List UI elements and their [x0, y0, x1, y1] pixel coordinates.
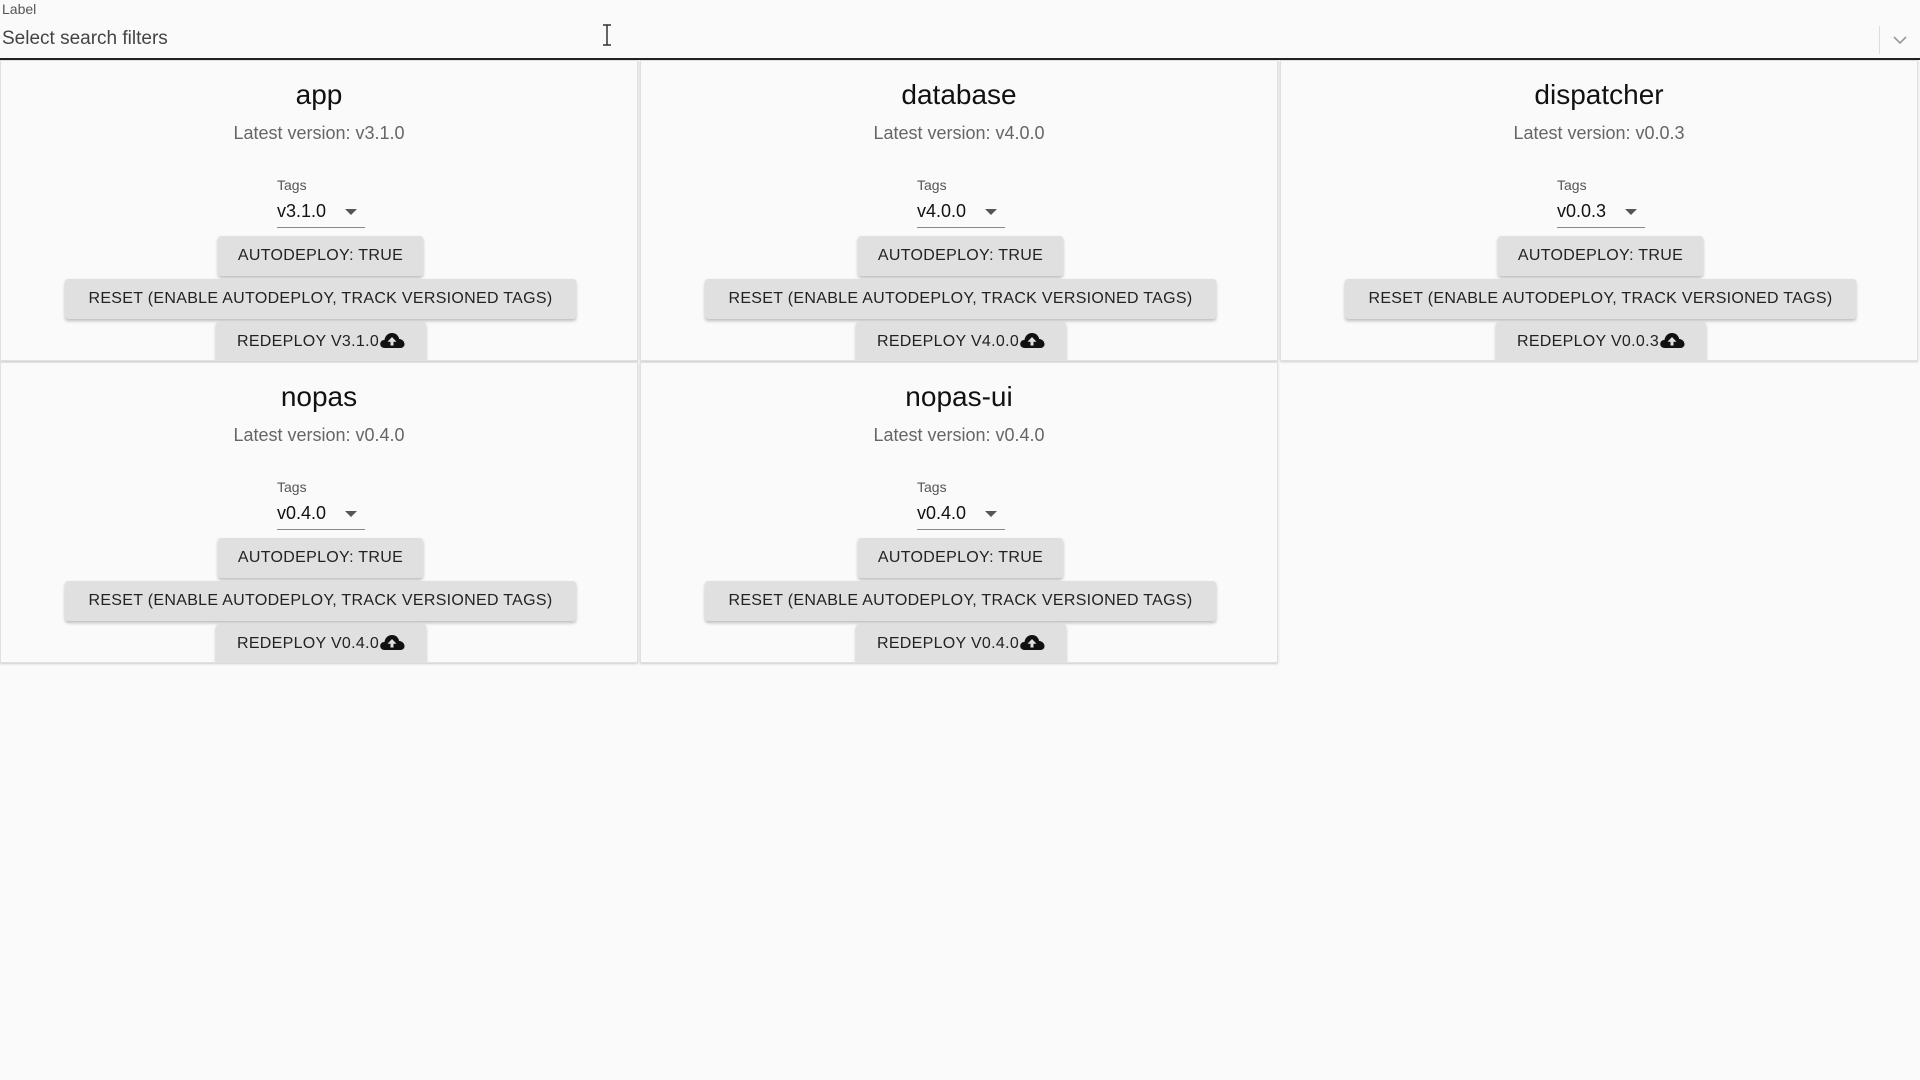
latest-version: Latest version: v0.4.0: [873, 425, 1045, 445]
tags-field: Tags v0.0.3: [1557, 177, 1645, 228]
tags-select[interactable]: v0.4.0: [917, 499, 1005, 530]
tags-selected-value: v4.0.0: [917, 201, 967, 221]
tags-field: Tags v0.4.0: [277, 479, 365, 530]
reset-button[interactable]: RESET (ENABLE AUTODEPLOY, TRACK VERSIONE…: [705, 279, 1216, 319]
redeploy-label: REDEPLOY V3.1.0: [236, 332, 380, 350]
card-title: database: [901, 79, 1017, 110]
service-card: nopas-ui Latest version: v0.4.0 Tags v0.…: [640, 362, 1278, 663]
redeploy-button[interactable]: REDEPLOY V4.0.0: [856, 322, 1066, 360]
caret-down-icon: [345, 511, 357, 517]
autodeploy-button[interactable]: AUTODEPLOY: TRUE: [1498, 236, 1703, 276]
tags-select[interactable]: v0.4.0: [277, 499, 365, 530]
latest-version: Latest version: v3.1.0: [233, 123, 405, 143]
filter-divider: [1879, 26, 1880, 54]
tags-label: Tags: [1557, 177, 1587, 193]
card-title: nopas-ui: [905, 381, 1013, 412]
card-title: app: [295, 79, 343, 110]
cloud-upload-icon: [1660, 332, 1685, 348]
cloud-upload-icon: [1020, 332, 1045, 348]
service-card: database Latest version: v4.0.0 Tags v4.…: [640, 60, 1278, 361]
reset-button[interactable]: RESET (ENABLE AUTODEPLOY, TRACK VERSIONE…: [705, 581, 1216, 621]
latest-version: Latest version: v0.4.0: [233, 425, 405, 445]
redeploy-button[interactable]: REDEPLOY V0.0.3: [1496, 322, 1706, 360]
tags-label: Tags: [917, 479, 947, 495]
redeploy-label: REDEPLOY V0.4.0: [236, 634, 380, 652]
latest-version: Latest version: v0.0.3: [1513, 123, 1685, 143]
redeploy-button[interactable]: REDEPLOY V0.4.0: [856, 624, 1066, 662]
card-title: nopas: [280, 381, 358, 412]
redeploy-button[interactable]: REDEPLOY V3.1.0: [216, 322, 426, 360]
tags-select[interactable]: v4.0.0: [917, 197, 1005, 228]
service-card: dispatcher Latest version: v0.0.3 Tags v…: [1280, 60, 1918, 361]
autodeploy-button[interactable]: AUTODEPLOY: TRUE: [218, 236, 423, 276]
caret-down-icon: [985, 209, 997, 215]
card-title: dispatcher: [1534, 79, 1664, 110]
caret-down-icon: [1625, 209, 1637, 215]
search-filter-bar: Label: [0, 0, 1920, 60]
cloud-upload-icon: [380, 634, 405, 650]
tags-label: Tags: [917, 177, 947, 193]
autodeploy-button[interactable]: AUTODEPLOY: TRUE: [218, 538, 423, 578]
tags-field: Tags v4.0.0: [917, 177, 1005, 228]
reset-button[interactable]: RESET (ENABLE AUTODEPLOY, TRACK VERSIONE…: [65, 279, 576, 319]
service-card: nopas Latest version: v0.4.0 Tags v0.4.0…: [0, 362, 638, 663]
reset-button[interactable]: RESET (ENABLE AUTODEPLOY, TRACK VERSIONE…: [1345, 279, 1856, 319]
tags-label: Tags: [277, 479, 307, 495]
filter-label: Label: [2, 1, 37, 17]
reset-button[interactable]: RESET (ENABLE AUTODEPLOY, TRACK VERSIONE…: [65, 581, 576, 621]
autodeploy-button[interactable]: AUTODEPLOY: TRUE: [858, 538, 1063, 578]
autodeploy-button[interactable]: AUTODEPLOY: TRUE: [858, 236, 1063, 276]
caret-down-icon: [345, 209, 357, 215]
text-cursor-icon: [603, 24, 611, 46]
tags-selected-value: v0.4.0: [917, 503, 967, 523]
latest-version: Latest version: v4.0.0: [873, 123, 1045, 143]
tags-selected-value: v3.1.0: [277, 201, 327, 221]
chevron-down-icon[interactable]: [1890, 30, 1910, 50]
tags-selected-value: v0.0.3: [1557, 201, 1607, 221]
cloud-upload-icon: [1020, 634, 1045, 650]
caret-down-icon: [985, 511, 997, 517]
redeploy-button[interactable]: REDEPLOY V0.4.0: [216, 624, 426, 662]
search-filter-input[interactable]: [2, 26, 1862, 52]
tags-select[interactable]: v0.0.3: [1557, 197, 1645, 228]
tags-field: Tags v3.1.0: [277, 177, 365, 228]
redeploy-label: REDEPLOY V4.0.0: [876, 332, 1020, 350]
service-card: app Latest version: v3.1.0 Tags v3.1.0 A…: [0, 60, 638, 361]
tags-select[interactable]: v3.1.0: [277, 197, 365, 228]
redeploy-label: REDEPLOY V0.0.3: [1516, 332, 1660, 350]
tags-label: Tags: [277, 177, 307, 193]
cloud-upload-icon: [380, 332, 405, 348]
tags-selected-value: v0.4.0: [277, 503, 327, 523]
redeploy-label: REDEPLOY V0.4.0: [876, 634, 1020, 652]
tags-field: Tags v0.4.0: [917, 479, 1005, 530]
